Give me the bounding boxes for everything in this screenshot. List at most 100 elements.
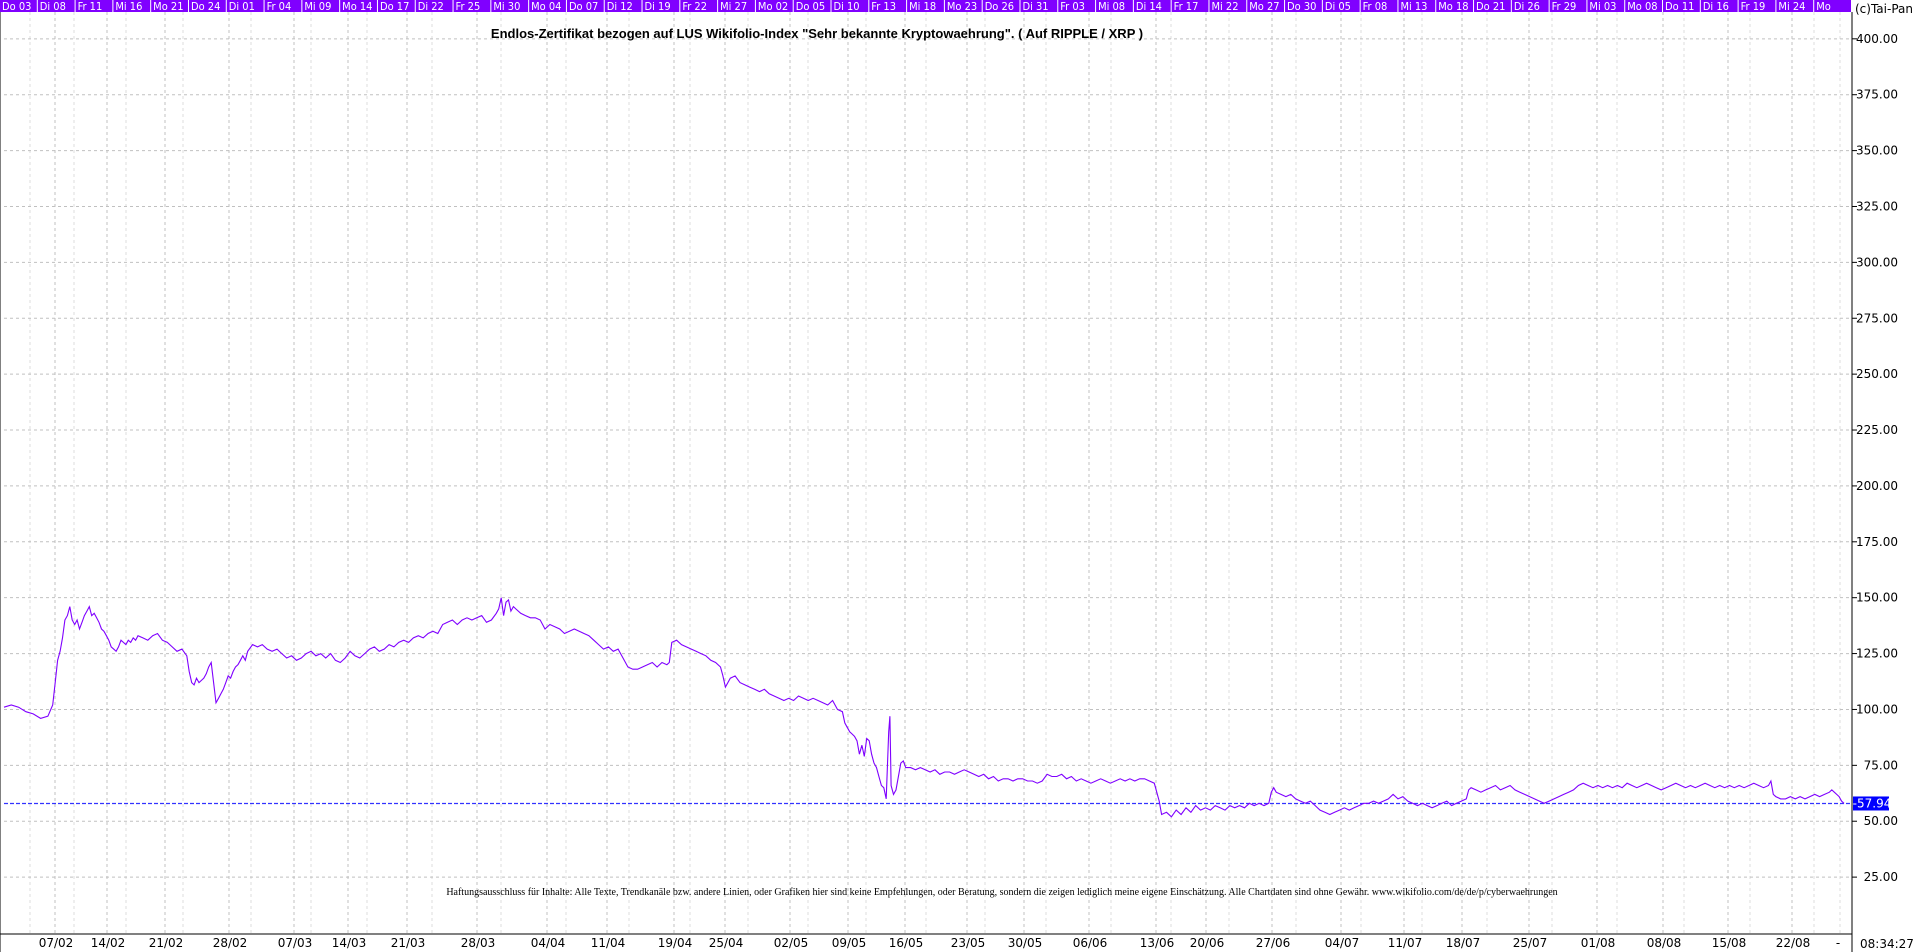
day-label-text: Do 26: [985, 0, 1014, 13]
day-label-text: Di 05: [1325, 0, 1351, 13]
day-label-text: Mi 24: [1778, 0, 1805, 13]
day-label-text: Di 01: [229, 0, 255, 13]
day-label-text: Fr 04: [267, 0, 292, 13]
y-tick-label: 400.00: [1856, 32, 1898, 46]
x-tick-label: 30/05: [1008, 936, 1043, 950]
x-axis-marker: -: [1836, 936, 1840, 950]
day-label-text: Mo 27: [1249, 0, 1279, 13]
y-tick-label: 275.00: [1856, 311, 1898, 325]
day-label-text: Mo 02: [758, 0, 788, 13]
time-label: 08:34:27: [1860, 937, 1914, 951]
x-tick-label: 15/08: [1712, 936, 1747, 950]
day-label-text: Mi 30: [493, 0, 520, 13]
y-tick-label: 100.00: [1856, 702, 1898, 716]
y-tick-label: 25.00: [1864, 870, 1898, 884]
x-tick-label: 07/03: [278, 936, 313, 950]
day-label-text: Do 30: [1287, 0, 1316, 13]
y-tick-label: 250.00: [1856, 367, 1898, 381]
x-tick-label: 19/04: [658, 936, 693, 950]
day-label-text: Mi 09: [304, 0, 331, 13]
day-label-text: Di 10: [834, 0, 860, 13]
day-label-text: Di 08: [40, 0, 66, 13]
day-label-text: Mi 16: [115, 0, 142, 13]
y-tick-label: 150.00: [1856, 591, 1898, 605]
day-label-text: Fr 03: [1060, 0, 1085, 13]
day-label-text: Fr 29: [1552, 0, 1577, 13]
day-label-text: Mi 22: [1211, 0, 1238, 13]
y-tick-label: 50.00: [1864, 814, 1898, 828]
x-tick-label: 07/02: [39, 936, 74, 950]
y-tick-label: 125.00: [1856, 647, 1898, 661]
y-tick-label: 200.00: [1856, 479, 1898, 493]
day-label-text: Fr 08: [1363, 0, 1388, 13]
y-tick-label: 350.00: [1856, 144, 1898, 158]
x-tick-label: 16/05: [889, 936, 924, 950]
x-tick-label: 28/02: [213, 936, 248, 950]
day-label-text: Mi 18: [909, 0, 936, 13]
day-label-text: Mi 13: [1400, 0, 1427, 13]
day-label-text: Do 03: [2, 0, 31, 13]
day-label-text: Mi 08: [1098, 0, 1125, 13]
day-label-text: Fr 19: [1741, 0, 1766, 13]
day-label-text: Di 19: [645, 0, 671, 13]
chart-background: [0, 0, 1916, 952]
x-tick-label: 04/04: [531, 936, 566, 950]
day-label-text: Mo: [1816, 0, 1831, 13]
day-label-text: Do 07: [569, 0, 598, 13]
day-label-text: Di 31: [1022, 0, 1048, 13]
chart-root: Do 03 Di 08 Fr 11 Mi 16 Mo 21 Do 24 Di 01 Fr 04…: [0, 0, 1916, 952]
x-tick-label: 13/06: [1140, 936, 1175, 950]
day-label-text: Di 16: [1703, 0, 1729, 13]
day-label-text: Di 12: [607, 0, 633, 13]
x-tick-label: 21/02: [149, 936, 184, 950]
y-tick-label: 375.00: [1856, 88, 1898, 102]
day-label-text: Do 24: [191, 0, 220, 13]
day-label-text: Di 14: [1136, 0, 1162, 13]
x-tick-label: 18/07: [1446, 936, 1481, 950]
x-tick-label: 22/08: [1776, 936, 1811, 950]
day-label-text: Do 17: [380, 0, 409, 13]
day-label-text: Di 26: [1514, 0, 1540, 13]
x-tick-label: 25/04: [709, 936, 744, 950]
day-label-text: Do 11: [1665, 0, 1694, 13]
x-tick-label: 11/04: [591, 936, 626, 950]
chart-canvas: Do 03 Di 08 Fr 11 Mi 16 Mo 21 Do 24 Di 01 Fr 04…: [0, 0, 1916, 952]
x-tick-label: 02/05: [774, 936, 809, 950]
day-label-text: Fr 17: [1174, 0, 1199, 13]
chart-title: Endlos-Zertifikat bezogen auf LUS Wikifo…: [491, 26, 1143, 41]
y-tick-label: 225.00: [1856, 423, 1898, 437]
day-label-text: Mi 27: [720, 0, 747, 13]
x-tick-label: 06/06: [1073, 936, 1108, 950]
day-label-text: Do 05: [796, 0, 825, 13]
x-tick-label: 14/02: [91, 936, 126, 950]
x-tick-label: 09/05: [832, 936, 867, 950]
y-tick-label: 300.00: [1856, 255, 1898, 269]
x-tick-label: 27/06: [1256, 936, 1291, 950]
y-tick-label: 325.00: [1856, 199, 1898, 213]
day-label-text: Mo 18: [1438, 0, 1468, 13]
day-label-text: Mo 08: [1627, 0, 1657, 13]
x-tick-label: 08/08: [1647, 936, 1682, 950]
x-tick-label: 21/03: [391, 936, 426, 950]
x-tick-label: 23/05: [951, 936, 986, 950]
x-tick-label: 25/07: [1513, 936, 1548, 950]
x-tick-label: 04/07: [1325, 936, 1360, 950]
x-tick-label: 20/06: [1190, 936, 1225, 950]
day-label-text: Mo 23: [947, 0, 977, 13]
day-label-text: Mi 03: [1589, 0, 1616, 13]
day-label-text: Do 21: [1476, 0, 1505, 13]
x-tick-label: 14/03: [332, 936, 367, 950]
day-label-text: Fr 11: [78, 0, 103, 13]
disclaimer-text: Haftungsausschluss für Inhalte: Alle Tex…: [446, 887, 1557, 898]
day-label-text: Mo 04: [531, 0, 561, 13]
y-tick-label: 75.00: [1864, 758, 1898, 772]
day-label-text: Mo 21: [153, 0, 183, 13]
day-label-text: Fr 22: [682, 0, 707, 13]
last-value-label: -57.94: [1853, 796, 1892, 810]
day-label-text: Fr 13: [871, 0, 896, 13]
x-tick-label: 01/08: [1581, 936, 1616, 950]
x-tick-label: 28/03: [461, 936, 496, 950]
day-label-text: Di 22: [418, 0, 444, 13]
copyright-label: (c)Tai-Pan: [1855, 2, 1913, 16]
y-tick-label: 175.00: [1856, 535, 1898, 549]
